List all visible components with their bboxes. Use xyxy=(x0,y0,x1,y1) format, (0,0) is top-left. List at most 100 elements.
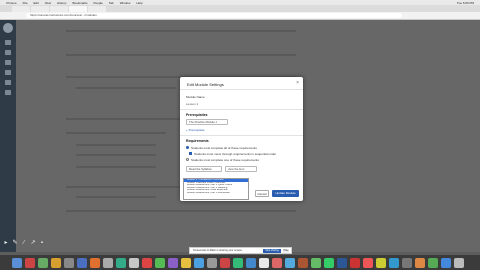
app-icon[interactable] xyxy=(311,258,321,268)
app-icon[interactable] xyxy=(415,258,425,268)
app-icon[interactable] xyxy=(441,258,451,268)
close-icon[interactable]: × xyxy=(296,80,299,86)
arrow-icon[interactable]: ↗ xyxy=(30,240,36,246)
global-nav-sidebar xyxy=(0,20,16,252)
app-icon[interactable] xyxy=(246,258,256,268)
cancel-button[interactable]: Cancel xyxy=(255,190,269,197)
module-row xyxy=(66,54,296,56)
app-icon[interactable] xyxy=(272,258,282,268)
app-icon[interactable] xyxy=(259,258,269,268)
app-icon[interactable] xyxy=(38,258,48,268)
cursor-icon[interactable]: ▸ xyxy=(3,240,9,246)
req-all-label: Students must complete all of these requ… xyxy=(191,146,257,150)
finder-icon[interactable] xyxy=(12,258,22,268)
app-icon[interactable] xyxy=(155,258,165,268)
url-input[interactable]: https://canvas.instructure.com/courses/.… xyxy=(26,13,402,18)
screen-sharing-banner: Screencast-O-Matic is sharing your scree… xyxy=(189,247,292,254)
app-icon[interactable] xyxy=(220,258,230,268)
module-row xyxy=(76,196,156,198)
module-row xyxy=(76,144,156,146)
requirement-item-dropdown: Lesson 1 - Introduction Overview Lesson … xyxy=(183,178,249,200)
prerequisites-heading: Prerequisites xyxy=(186,113,208,117)
camera-icon[interactable]: ▪ xyxy=(39,240,45,246)
req-one-label: Students must complete one of these requ… xyxy=(191,158,259,162)
app-icon[interactable] xyxy=(181,258,191,268)
account-icon[interactable] xyxy=(5,40,11,45)
stop-sharing-button[interactable]: Stop sharing xyxy=(263,249,281,253)
hide-button[interactable]: Hide xyxy=(283,249,289,253)
app-icon[interactable] xyxy=(376,258,386,268)
app-icon[interactable] xyxy=(51,258,61,268)
dropdown-option[interactable]: Lesson Assessment: Part 3 Discussion xyxy=(184,192,248,195)
prerequisite-select[interactable]: The Practice Module 1 xyxy=(186,119,228,125)
module-row xyxy=(76,87,176,89)
module-row xyxy=(76,154,156,156)
app-icon[interactable] xyxy=(324,258,334,268)
app-icon[interactable] xyxy=(363,258,373,268)
module-name-field[interactable]: Lesson 1 xyxy=(186,102,198,106)
inbox-icon[interactable] xyxy=(5,80,11,85)
req-sequential-label: Students must move through requirements … xyxy=(194,152,277,156)
clock: Tue 6:06 PM xyxy=(456,0,474,5)
dialog-title: Edit Module Settings xyxy=(187,82,224,87)
app-icon[interactable] xyxy=(298,258,308,268)
app-icon[interactable] xyxy=(402,258,412,268)
address-bar-row: https://canvas.instructure.com/courses/.… xyxy=(0,12,480,20)
requirement-item-select[interactable]: Read the Syllabus xyxy=(186,166,222,172)
app-icon[interactable] xyxy=(25,258,35,268)
requirements-heading: Requirements xyxy=(186,139,209,143)
update-module-button[interactable]: Update Module xyxy=(272,190,299,197)
module-row xyxy=(66,30,296,32)
app-icon[interactable] xyxy=(64,258,74,268)
help-icon[interactable] xyxy=(5,90,11,95)
menu-view[interactable]: View xyxy=(45,1,51,5)
menu-bookmarks[interactable]: Bookmarks xyxy=(72,1,87,5)
menu-window[interactable]: Window xyxy=(120,1,131,5)
tab-bar xyxy=(0,5,480,12)
menu-edit[interactable]: Edit xyxy=(34,1,39,5)
word-icon[interactable] xyxy=(337,258,347,268)
dashboard-icon[interactable] xyxy=(5,50,11,55)
dock xyxy=(0,255,480,270)
app-icon[interactable] xyxy=(233,258,243,268)
logo-icon[interactable] xyxy=(3,23,13,33)
app-icon[interactable] xyxy=(389,258,399,268)
app-icon[interactable] xyxy=(77,258,87,268)
menu-help[interactable]: Help xyxy=(136,1,142,5)
courses-icon[interactable] xyxy=(5,60,11,65)
app-icon[interactable] xyxy=(116,258,126,268)
app-icon[interactable] xyxy=(207,258,217,268)
module-row xyxy=(76,166,156,168)
menu-tab[interactable]: Tab xyxy=(109,1,114,5)
app-icon[interactable] xyxy=(285,258,295,268)
divider xyxy=(180,109,303,110)
app-icon[interactable] xyxy=(428,258,438,268)
menu-history[interactable]: History xyxy=(57,1,66,5)
sequential-order-checkbox[interactable] xyxy=(189,152,192,155)
app-icon[interactable] xyxy=(129,258,139,268)
add-prerequisite-link[interactable]: + Prerequisite xyxy=(186,128,205,132)
divider xyxy=(180,89,303,90)
module-row xyxy=(66,210,296,212)
requirement-type-select[interactable]: view the item xyxy=(225,166,257,172)
app-icon[interactable] xyxy=(350,258,360,268)
radio-complete-one[interactable] xyxy=(186,158,189,161)
pen-icon[interactable]: ✎ xyxy=(12,240,18,246)
line-icon[interactable]: ∕ xyxy=(21,240,27,246)
menu-chrome[interactable]: Chrome xyxy=(6,1,17,5)
divider xyxy=(180,135,303,136)
sharing-text: Screencast-O-Matic is sharing your scree… xyxy=(193,249,243,252)
app-icon[interactable] xyxy=(103,258,113,268)
module-row xyxy=(66,132,166,134)
menu-file[interactable]: File xyxy=(23,1,28,5)
app-icon[interactable] xyxy=(194,258,204,268)
trash-icon[interactable] xyxy=(454,258,464,268)
app-icon[interactable] xyxy=(168,258,178,268)
app-icon[interactable] xyxy=(142,258,152,268)
recorder-toolbar: ▸ ✎ ∕ ↗ ▪ xyxy=(3,240,63,248)
menu-people[interactable]: People xyxy=(94,1,103,5)
calendar-icon[interactable] xyxy=(5,70,11,75)
app-icon[interactable] xyxy=(90,258,100,268)
radio-complete-all[interactable] xyxy=(186,146,189,149)
module-name-label: Module Name xyxy=(186,95,205,99)
